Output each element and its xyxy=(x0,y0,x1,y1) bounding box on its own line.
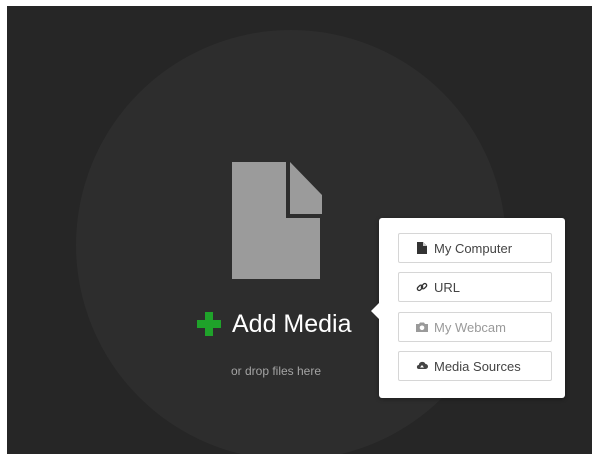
drop-hint: or drop files here xyxy=(230,364,322,378)
add-media-label: Add Media xyxy=(232,309,352,338)
camera-icon xyxy=(416,322,428,332)
link-icon xyxy=(416,282,428,292)
document-icon xyxy=(232,162,322,279)
my-webcam-button[interactable]: My Webcam xyxy=(398,312,552,342)
url-button[interactable]: URL xyxy=(398,272,552,302)
media-sources-button[interactable]: Media Sources xyxy=(398,351,552,381)
add-media-button[interactable]: Add Media xyxy=(197,306,352,342)
source-menu: My Computer URL My Webcam Media Sources xyxy=(371,218,565,398)
plus-icon xyxy=(197,312,221,336)
my-computer-label: My Computer xyxy=(434,240,513,256)
popover-arrow xyxy=(371,302,380,320)
file-icon xyxy=(417,242,427,254)
my-computer-button[interactable]: My Computer xyxy=(398,233,552,263)
my-webcam-label: My Webcam xyxy=(434,319,506,335)
upload-stage: Add Media or drop files here My Computer… xyxy=(7,6,592,454)
url-label: URL xyxy=(434,279,461,295)
media-sources-label: Media Sources xyxy=(434,358,521,374)
cloud-icon xyxy=(416,361,428,370)
